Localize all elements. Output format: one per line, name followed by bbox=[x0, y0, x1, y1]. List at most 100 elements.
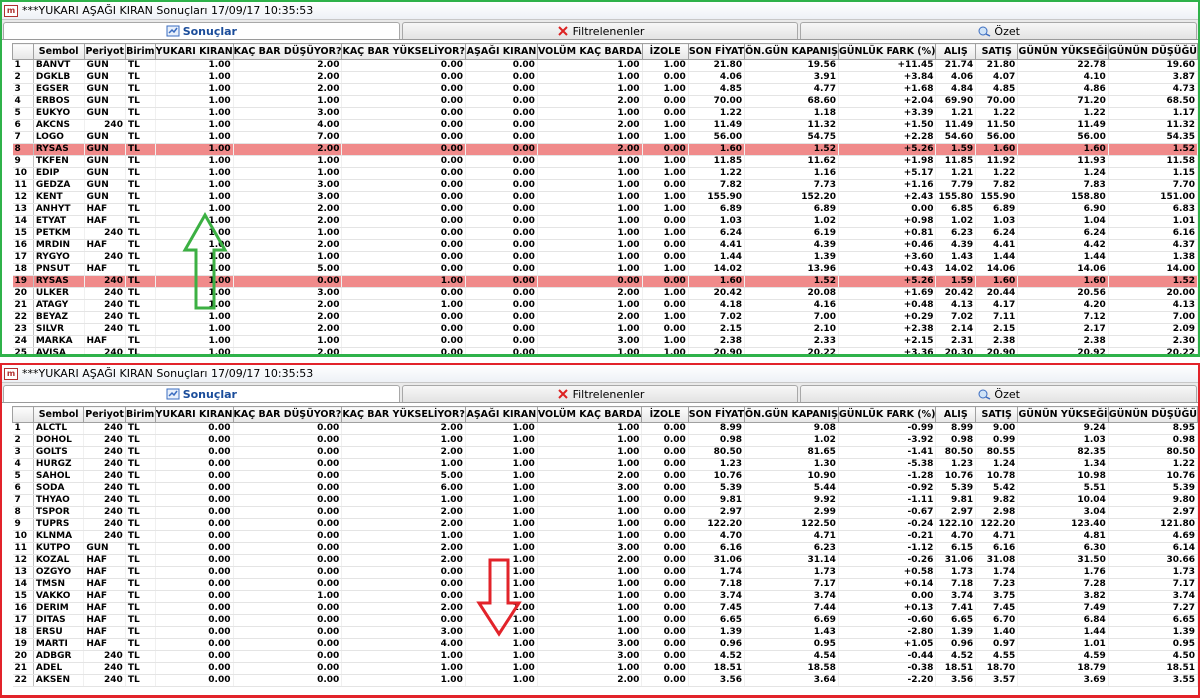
table-row[interactable]: 3 GOLTS 240 TL 0.00 0.00 2.00 1.00 1.00 0.00 80.50… bbox=[12, 446, 1198, 459]
window-title: ***YUKARI AŞAĞI KIRAN Sonuçları 17/09/17… bbox=[22, 4, 314, 17]
col-son-fiyat-header[interactable]: SON FİYAT bbox=[687, 43, 746, 60]
table-row[interactable]: 19 MARTI HAF TL 0.00 0.00 4.00 1.00 3.00 0.00 0.96… bbox=[12, 638, 1198, 651]
table-row[interactable]: 9 TKFEN GUN TL 1.00 1.00 0.00 0.00 1.00 1.00 11.85… bbox=[12, 155, 1198, 168]
table-row[interactable]: 8 TSPOR 240 TL 0.00 0.00 2.00 1.00 1.00 0.00 2.97 2… bbox=[12, 506, 1198, 519]
table-row[interactable]: 7 LOGO GUN TL 1.00 7.00 0.00 0.00 1.00 1.00 56.00 5… bbox=[12, 131, 1198, 144]
table-row[interactable]: 4 ERBOS GUN TL 1.00 1.00 0.00 0.00 2.00 0.00 70.00… bbox=[12, 95, 1198, 108]
table-row[interactable]: 10 KLNMA 240 TL 0.00 0.00 1.00 1.00 1.00 0.00 4.70… bbox=[12, 530, 1198, 543]
col-gunun-dusugu-cell: 7.17 bbox=[1108, 578, 1198, 591]
table-row[interactable]: 15 PETKM 240 TL 1.00 1.00 0.00 0.00 1.00 1.00 6.24… bbox=[12, 227, 1198, 240]
col-volum-kac-barda-header[interactable]: VOLÜM KAÇ BARDA bbox=[536, 43, 643, 60]
col-son-fiyat-cell: 4.06 bbox=[688, 71, 746, 84]
table-row[interactable]: 23 SILVR 240 TL 1.00 2.00 0.00 0.00 1.00 0.00 2.15… bbox=[12, 323, 1198, 336]
table-row[interactable]: 13 ANHYT HAF TL 1.00 2.00 0.00 0.00 1.00 1.00 6.89… bbox=[12, 203, 1198, 216]
col-izole-cell: 1.00 bbox=[642, 287, 689, 300]
table-row[interactable]: 12 KOZAL HAF TL 0.00 0.00 2.00 1.00 2.00 0.00 31.0… bbox=[12, 554, 1198, 567]
col-izole-header[interactable]: İZOLE bbox=[641, 406, 689, 423]
table-row[interactable]: 14 TMSN HAF TL 0.00 0.00 0.00 1.00 1.00 0.00 7.18 7… bbox=[12, 578, 1198, 591]
table-row[interactable]: 15 VAKKO HAF TL 0.00 1.00 0.00 1.00 1.00 0.00 3.74… bbox=[12, 590, 1198, 603]
table-row[interactable]: 16 MRDIN HAF TL 1.00 2.00 0.00 0.00 1.00 0.00 4.41… bbox=[12, 239, 1198, 252]
col-yukari-kiran-header[interactable]: YUKARI KIRAN bbox=[154, 406, 234, 423]
table-row[interactable]: 21 ADEL 240 TL 0.00 0.00 1.00 1.00 1.00 0.00 18.51… bbox=[12, 662, 1198, 675]
table-row[interactable]: 20 ULKER 240 TL 1.00 3.00 0.00 0.00 2.00 1.00 20.4… bbox=[12, 287, 1198, 300]
table-row[interactable]: 2 DOHOL 240 TL 0.00 0.00 1.00 1.00 1.00 0.00 0.98 1… bbox=[12, 434, 1198, 447]
col-kac-bar-dusuyor-cell: 0.00 bbox=[233, 554, 343, 567]
col-asagi-kiran-header[interactable]: AŞAĞI KIRAN bbox=[464, 406, 538, 423]
col-gunun-yuksegi-cell: 71.20 bbox=[1017, 95, 1109, 108]
table-row[interactable]: 5 SAHOL 240 TL 0.00 0.00 5.00 1.00 2.00 0.00 10.76… bbox=[12, 470, 1198, 483]
table-row[interactable]: 1 BANVT GUN TL 1.00 2.00 0.00 0.00 1.00 1.00 21.80… bbox=[12, 59, 1198, 72]
col-gunun-yuksegi-cell: 9.24 bbox=[1017, 422, 1109, 435]
table-row[interactable]: 22 AKSEN 240 TL 0.00 0.00 1.00 1.00 2.00 0.00 3.56… bbox=[12, 674, 1198, 687]
col-kac-bar-yukseliyor-header[interactable]: KAÇ BAR YÜKSELİYOR? bbox=[341, 406, 466, 423]
table-row[interactable]: 24 MARKA HAF TL 1.00 1.00 0.00 0.00 3.00 1.00 2.38… bbox=[12, 335, 1198, 348]
col-kac-bar-dusuyor-header[interactable]: KAÇ BAR DÜŞÜYOR? bbox=[232, 43, 343, 60]
table-row[interactable]: 6 AKCNS 240 TL 1.00 4.00 0.00 0.00 2.00 1.00 11.49… bbox=[12, 119, 1198, 132]
col-birim-header[interactable]: Birim bbox=[124, 406, 156, 423]
table-row[interactable]: 3 EGSER GUN TL 1.00 2.00 0.00 0.00 1.00 1.00 4.85 4… bbox=[12, 83, 1198, 96]
table-row[interactable]: 2 DGKLB GUN TL 1.00 2.00 0.00 0.00 1.00 0.00 4.06 3… bbox=[12, 71, 1198, 84]
col-satis-cell: 7.11 bbox=[975, 311, 1019, 324]
col-kac-bar-yukseliyor-header[interactable]: KAÇ BAR YÜKSELİYOR? bbox=[341, 43, 466, 60]
col-son-fiyat-header[interactable]: SON FİYAT bbox=[687, 406, 746, 423]
table-row[interactable]: 9 TUPRS 240 TL 0.00 0.00 2.00 1.00 1.00 0.00 122.2… bbox=[12, 518, 1198, 531]
table-row[interactable]: 25 AVISA 240 TL 1.00 2.00 0.00 0.00 1.00 1.00 20.9… bbox=[12, 347, 1198, 354]
col-yukari-kiran-header[interactable]: YUKARI KIRAN bbox=[154, 43, 234, 60]
row-number: 10 bbox=[12, 167, 34, 180]
table-row[interactable]: 11 KUTPO GUN TL 0.00 0.00 2.00 1.00 3.00 0.00 6.16… bbox=[12, 542, 1198, 555]
col-alis-header[interactable]: ALIŞ bbox=[935, 43, 977, 60]
table-row[interactable]: 6 SODA 240 TL 0.00 0.00 6.00 1.00 3.00 0.00 5.39 5.… bbox=[12, 482, 1198, 495]
col-izole-header[interactable]: İZOLE bbox=[641, 43, 689, 60]
col-yukari-kiran-cell: 1.00 bbox=[155, 227, 234, 240]
col-on-gun-kapanis-header[interactable]: ÖN.GÜN KAPANIŞ bbox=[744, 406, 839, 423]
tab-ozet[interactable]: Özet bbox=[800, 22, 1198, 39]
col-gunun-yuksegi-header[interactable]: GÜNÜN YÜKSEĞİ bbox=[1017, 406, 1109, 423]
col-gunun-yuksegi-header[interactable]: GÜNÜN YÜKSEĞİ bbox=[1017, 43, 1109, 60]
col-son-fiyat-cell: 1.22 bbox=[688, 107, 746, 120]
col-alis-cell: 6.23 bbox=[935, 227, 977, 240]
table-row[interactable]: 21 ATAGY 240 TL 1.00 2.00 1.00 0.00 1.00 0.00 4.18… bbox=[12, 299, 1198, 312]
table-row[interactable]: 5 EUKYO GUN TL 1.00 3.00 0.00 0.00 1.00 0.00 1.22 1… bbox=[12, 107, 1198, 120]
col-gunun-dusugu-header[interactable]: GÜNÜN DÜŞÜĞÜ bbox=[1107, 406, 1198, 423]
col-gunluk-fark-header[interactable]: GÜNLÜK FARK (%) bbox=[837, 43, 937, 60]
table-row[interactable]: 18 ERSU HAF TL 0.00 0.00 3.00 1.00 1.00 0.00 1.39 1… bbox=[12, 626, 1198, 639]
col-periyot-header[interactable]: Periyot bbox=[83, 43, 126, 60]
table-row[interactable]: 16 DERIM HAF TL 0.00 0.00 2.00 1.00 1.00 0.00 7.45… bbox=[12, 602, 1198, 615]
table-row[interactable]: 13 OZGYO HAF TL 0.00 0.00 0.00 1.00 1.00 0.00 1.74… bbox=[12, 566, 1198, 579]
table-row[interactable]: 7 THYAO 240 TL 0.00 0.00 1.00 1.00 1.00 0.00 9.81 9… bbox=[12, 494, 1198, 507]
col-asagi-kiran-cell: 1.00 bbox=[465, 518, 538, 531]
table-row[interactable]: 8 RYSAS GUN TL 1.00 2.00 0.00 0.00 2.00 0.00 1.60 1… bbox=[12, 143, 1198, 156]
col-satis-header[interactable]: SATIŞ bbox=[975, 43, 1019, 60]
table-row[interactable]: 17 RYGYO 240 TL 1.00 1.00 0.00 0.00 1.00 0.00 1.44… bbox=[12, 251, 1198, 264]
col-kac-bar-dusuyor-header[interactable]: KAÇ BAR DÜŞÜYOR? bbox=[232, 406, 343, 423]
table-row[interactable]: 1 ALCTL 240 TL 0.00 0.00 2.00 1.00 1.00 0.00 8.99 9… bbox=[12, 422, 1198, 435]
col-sembol-header[interactable]: Sembol bbox=[32, 406, 85, 423]
table-row[interactable]: 18 PNSUT HAF TL 1.00 5.00 0.00 0.00 1.00 1.00 14.0… bbox=[12, 263, 1198, 276]
col-asagi-kiran-header[interactable]: AŞAĞI KIRAN bbox=[465, 43, 538, 60]
tab-filtrelenenler[interactable]: Filtrelenenler bbox=[401, 22, 799, 39]
col-sembol-cell: MARKA bbox=[33, 335, 85, 348]
table-row[interactable]: 20 ADBGR 240 TL 0.00 0.00 1.00 1.00 3.00 0.00 4.52… bbox=[12, 650, 1198, 663]
table-row[interactable]: 14 ETYAT HAF TL 1.00 2.00 0.00 0.00 1.00 0.00 1.03… bbox=[12, 215, 1198, 228]
table-row[interactable]: 22 BEYAZ 240 TL 1.00 2.00 0.00 0.00 2.00 1.00 7.02… bbox=[12, 311, 1198, 324]
tab-filtrelenenler[interactable]: Filtrelenenler bbox=[401, 385, 799, 402]
col-satis-header[interactable]: SATIŞ bbox=[975, 406, 1019, 423]
table-row[interactable]: 11 GEDZA GUN TL 1.00 3.00 0.00 0.00 1.00 0.00 7.82… bbox=[12, 179, 1198, 192]
col-periyot-header[interactable]: Periyot bbox=[83, 406, 126, 423]
table-row[interactable]: 12 KENT GUN TL 1.00 3.00 0.00 0.00 1.00 1.00 155.9… bbox=[12, 191, 1198, 204]
col-gunluk-fark-header[interactable]: GÜNLÜK FARK (%) bbox=[837, 406, 937, 423]
tab-ozet[interactable]: Özet bbox=[800, 385, 1198, 402]
tab-sonuclar[interactable]: Sonuçlar bbox=[3, 22, 400, 39]
col-birim-header[interactable]: Birim bbox=[124, 43, 156, 60]
col-volum-kac-barda-header[interactable]: VOLÜM KAÇ BARDA bbox=[536, 406, 643, 423]
col-on-gun-kapanis-header[interactable]: ÖN.GÜN KAPANIŞ bbox=[744, 43, 839, 60]
tab-sonuclar[interactable]: Sonuçlar bbox=[3, 385, 400, 402]
table-row[interactable]: 19 RYSAS 240 TL 1.00 0.00 1.00 0.00 0.00 0.00 1.60… bbox=[12, 275, 1198, 288]
table-row[interactable]: 4 HURGZ 240 TL 0.00 0.00 1.00 1.00 1.00 0.00 1.23 1… bbox=[12, 458, 1198, 471]
table-row[interactable]: 10 EDIP GUN TL 1.00 1.00 0.00 0.00 1.00 1.00 1.22 1… bbox=[12, 167, 1198, 180]
col-alis-header[interactable]: ALIŞ bbox=[935, 406, 977, 423]
col-izole-cell: 1.00 bbox=[642, 59, 689, 72]
col-gunun-dusugu-header[interactable]: GÜNÜN DÜŞÜĞÜ bbox=[1107, 43, 1198, 60]
col-sembol-header[interactable]: Sembol bbox=[32, 43, 85, 60]
table-row[interactable]: 17 DITAS HAF TL 0.00 0.00 0.00 1.00 1.00 0.00 6.65… bbox=[12, 614, 1198, 627]
